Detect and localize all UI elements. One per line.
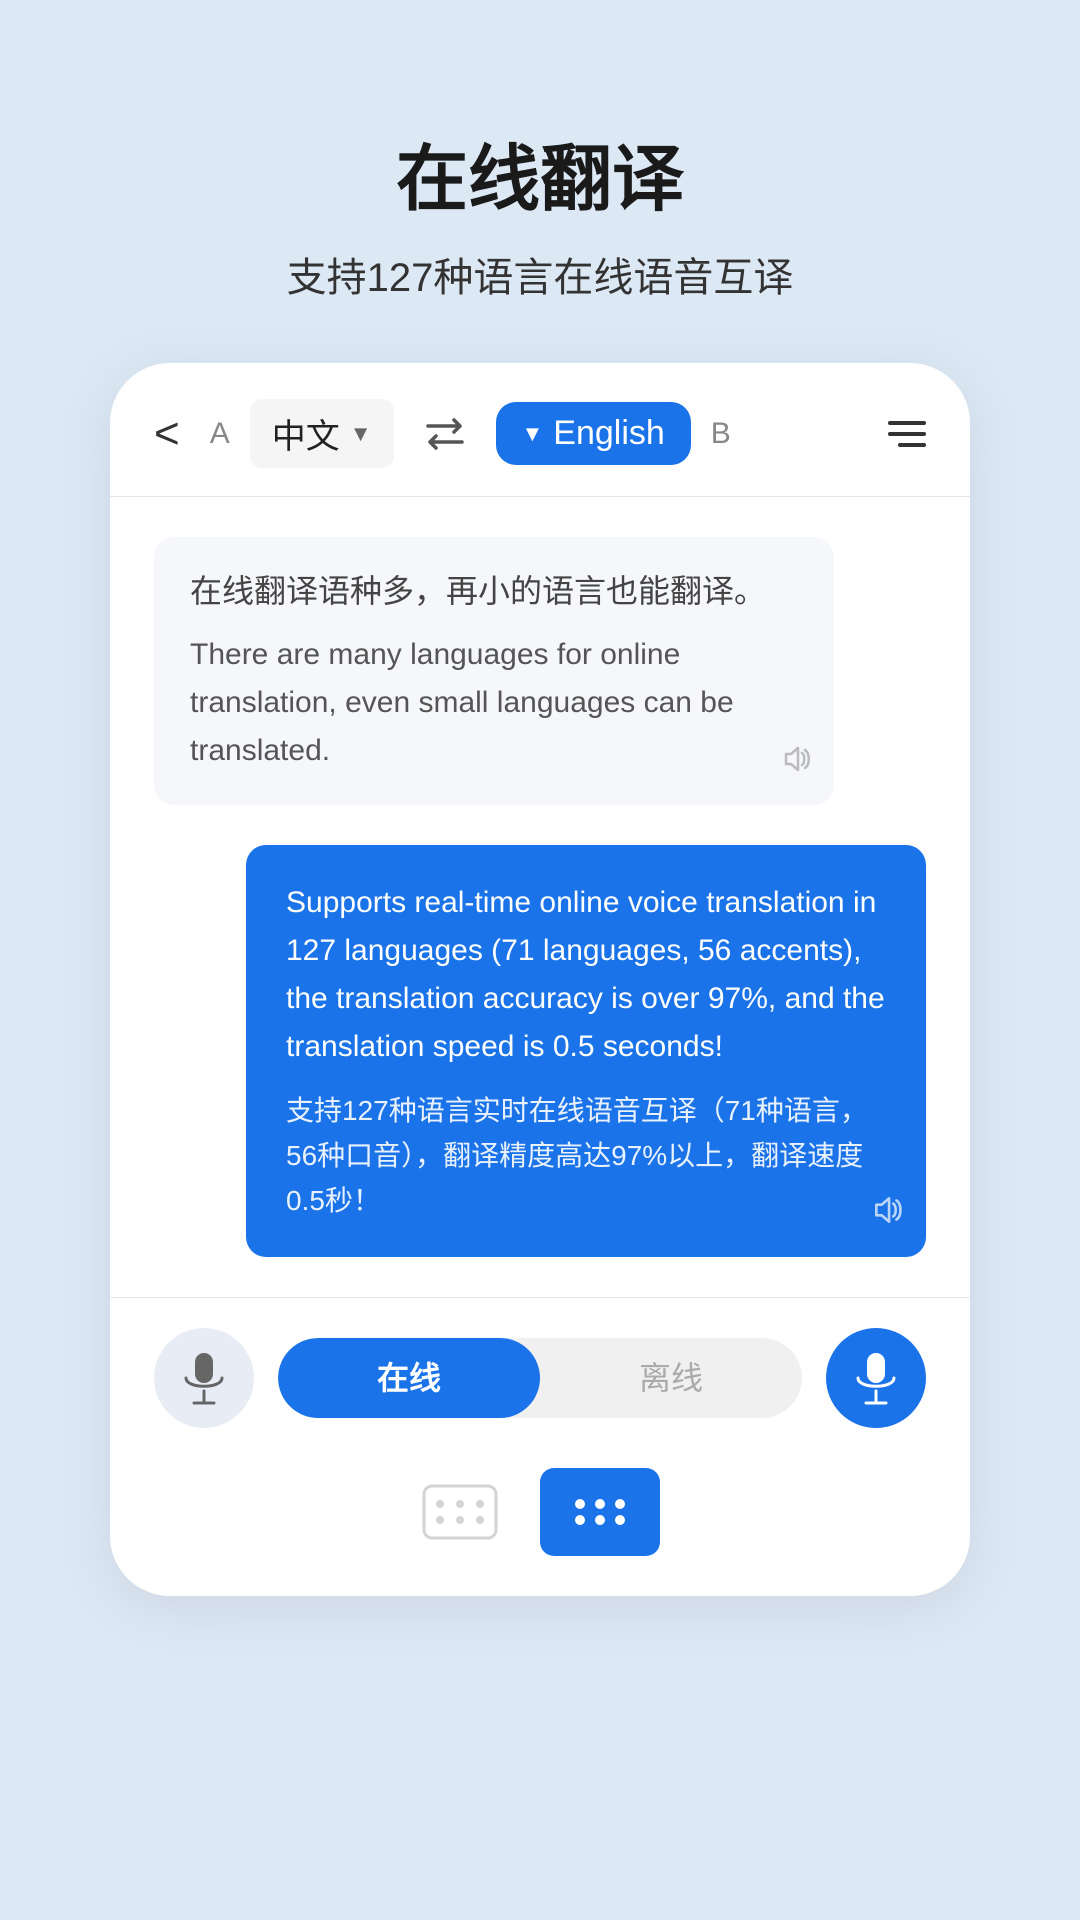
- page-subtitle: 支持127种语言在线语音互译: [287, 245, 794, 303]
- translated-text: There are many languages for online tran…: [190, 631, 798, 775]
- keyboard-blue-button[interactable]: [540, 1468, 660, 1556]
- microphone-icon-left: [182, 1351, 226, 1405]
- sent-zh-text: 支持127种语言实时在线语音互译（71种语言，56种口音），翻译精度高达97%以…: [286, 1089, 886, 1223]
- keyboard-row: [110, 1468, 970, 1596]
- page-title: 在线翻译: [287, 120, 794, 225]
- target-language-selector[interactable]: ▼ English: [496, 402, 691, 465]
- speaker-icon-left[interactable]: [780, 742, 814, 785]
- page-header: 在线翻译 支持127种语言在线语音互译: [287, 120, 794, 303]
- menu-line-1: [888, 421, 926, 425]
- target-language-label: English: [553, 414, 665, 453]
- microphone-icon-right: [854, 1351, 898, 1405]
- sent-en-text: Supports real-time online voice translat…: [286, 879, 886, 1071]
- chevron-down-icon-target: ▼: [522, 421, 544, 447]
- source-language-selector[interactable]: 中文 ▼: [250, 399, 394, 468]
- menu-button[interactable]: [888, 421, 926, 447]
- online-offline-toggle[interactable]: 在线 离线: [278, 1338, 802, 1418]
- source-text: 在线翻译语种多，再小的语言也能翻译。: [190, 567, 798, 615]
- bottom-bar: 在线 离线: [110, 1297, 970, 1468]
- keyboard-gray-icon: [420, 1482, 500, 1542]
- back-button[interactable]: <: [154, 409, 180, 459]
- swap-icon: [422, 416, 468, 452]
- keyboard-gray-button[interactable]: [420, 1482, 500, 1542]
- speaker-icon-right[interactable]: [870, 1192, 906, 1237]
- keyboard-blue-icon: [560, 1482, 640, 1542]
- mic-button-right[interactable]: [826, 1328, 926, 1428]
- phone-card: < A 中文 ▼ ▼ English B 在线翻译语种多，再小的语言也能翻译。 …: [110, 363, 970, 1596]
- source-language-label: 中文: [272, 409, 340, 458]
- mic-button-left[interactable]: [154, 1328, 254, 1428]
- menu-line-2: [888, 432, 926, 436]
- chevron-down-icon: ▼: [350, 421, 372, 447]
- nav-bar: < A 中文 ▼ ▼ English B: [110, 363, 970, 497]
- chat-area: 在线翻译语种多，再小的语言也能翻译。 There are many langua…: [110, 497, 970, 1297]
- menu-line-3: [898, 443, 926, 447]
- lang-a-label: A: [210, 417, 230, 451]
- received-bubble: 在线翻译语种多，再小的语言也能翻译。 There are many langua…: [154, 537, 834, 805]
- swap-languages-button[interactable]: [414, 408, 476, 460]
- lang-b-label: B: [711, 417, 731, 451]
- offline-button[interactable]: 离线: [540, 1338, 802, 1418]
- sent-bubble: Supports real-time online voice translat…: [246, 845, 926, 1257]
- online-button[interactable]: 在线: [278, 1338, 540, 1418]
